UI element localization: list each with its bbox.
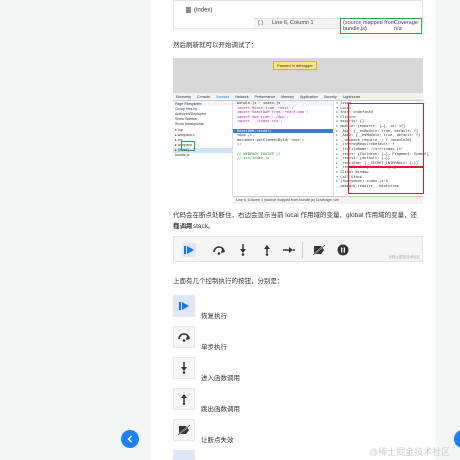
paragraph-refresh: 然后刷新就可以开始调试了： xyxy=(173,42,258,49)
step-out-icon xyxy=(173,388,195,410)
highlight-box-scope xyxy=(348,103,424,167)
tab-security[interactable]: Security xyxy=(321,93,340,101)
coverage-text: Coverage: n/a xyxy=(394,20,420,32)
toolbar-divider xyxy=(302,242,303,258)
step-out-label: 跳出函数调用 xyxy=(201,406,240,413)
highlight-box-callstack xyxy=(348,167,424,194)
pretty-print-button[interactable]: { } xyxy=(258,20,263,26)
devtools-tabs: Elements Console Sources Network Performance… xyxy=(173,93,423,102)
deactivate-breakpoints-icon[interactable] xyxy=(312,243,326,257)
scope-panel: ▾ Scope ▾ Local ▸ this: undefined ▾ Clos… xyxy=(333,101,429,196)
devtools-screenshot: Paused in debugger Elements Console Source… xyxy=(173,58,429,204)
editor-tab[interactable]: index.js xyxy=(263,101,280,105)
paragraph-controls: 上面有几个控制执行的按钮，分别是： xyxy=(173,278,284,285)
deactivate-label: 让断点失效 xyxy=(201,437,234,444)
code-line: // src/index.js xyxy=(237,156,270,161)
step-into-icon[interactable] xyxy=(236,243,250,257)
tab-memory[interactable]: Memory xyxy=(278,93,297,101)
resume-icon[interactable] xyxy=(182,243,196,257)
step-out-icon[interactable] xyxy=(260,243,274,257)
file-name: (index) xyxy=(194,7,213,14)
file-entry: (index) xyxy=(186,7,212,14)
tab-elements[interactable]: Elements xyxy=(173,93,194,101)
tab-performance[interactable]: Performance xyxy=(252,93,279,101)
tab-console[interactable]: Console xyxy=(194,93,213,101)
devtools-panel: Elements Console Sources Network Performance… xyxy=(173,93,429,204)
step-over-icon[interactable] xyxy=(212,243,226,257)
scroll-forward-button[interactable] xyxy=(454,430,460,448)
line-column: Line 6, Column 1 xyxy=(272,20,314,26)
deactivate-breakpoints-icon xyxy=(173,419,195,441)
resume-label: 恢复执行 xyxy=(201,313,227,320)
code-editor: bundle.js · index.js import React from '… xyxy=(233,101,333,196)
chevron-left-icon xyxy=(127,435,132,443)
editor-status-bar: Line 6, Column 1 (source mapped from bun… xyxy=(233,196,423,204)
step-over-icon xyxy=(173,326,195,348)
step-icon[interactable] xyxy=(282,243,296,257)
next-icon-partial xyxy=(173,450,195,460)
highlight-box xyxy=(181,141,195,151)
tab-network[interactable]: Network xyxy=(232,93,251,101)
step-into-icon xyxy=(173,357,195,379)
paragraph-scope-line2: 栈 call stack。 xyxy=(173,223,215,230)
file-tree-item[interactable]: bundle.js xyxy=(173,153,232,158)
image-watermark: @稀土掘金技术社区 xyxy=(388,255,420,259)
paused-in-debugger-label: Paused in debugger xyxy=(273,61,317,70)
editor-status-bar: { } Line 6, Column 1 (source mapped from… xyxy=(254,18,422,34)
step-over-label: 单步执行 xyxy=(201,344,227,351)
debugger-controls-image: @稀土掘金技术社区 xyxy=(173,236,423,262)
editor-tab[interactable]: bundle.js xyxy=(237,101,256,105)
file-icon xyxy=(186,7,191,13)
devtools-status-snippet: (index) { } Line 6, Column 1 (source map… xyxy=(173,0,423,34)
file-navigator: Page Filesystem Group files by Authored/… xyxy=(173,101,233,196)
subtab-filesystem[interactable]: Filesystem xyxy=(184,102,201,106)
page-watermark: @稀土掘金技术社区 xyxy=(369,447,451,457)
subtab-page[interactable]: Page xyxy=(175,102,183,106)
browser-viewport: Paused in debugger xyxy=(173,58,423,93)
resume-icon xyxy=(173,295,195,317)
scroll-back-button[interactable] xyxy=(121,430,139,448)
tab-application[interactable]: Application xyxy=(297,93,321,101)
step-into-label: 进入函数调用 xyxy=(201,375,240,382)
pause-on-exceptions-icon[interactable] xyxy=(336,243,350,257)
article-container: (index) { } Line 6, Column 1 (source map… xyxy=(150,0,435,460)
tab-lighthouse[interactable]: Lighthouse xyxy=(340,93,364,101)
